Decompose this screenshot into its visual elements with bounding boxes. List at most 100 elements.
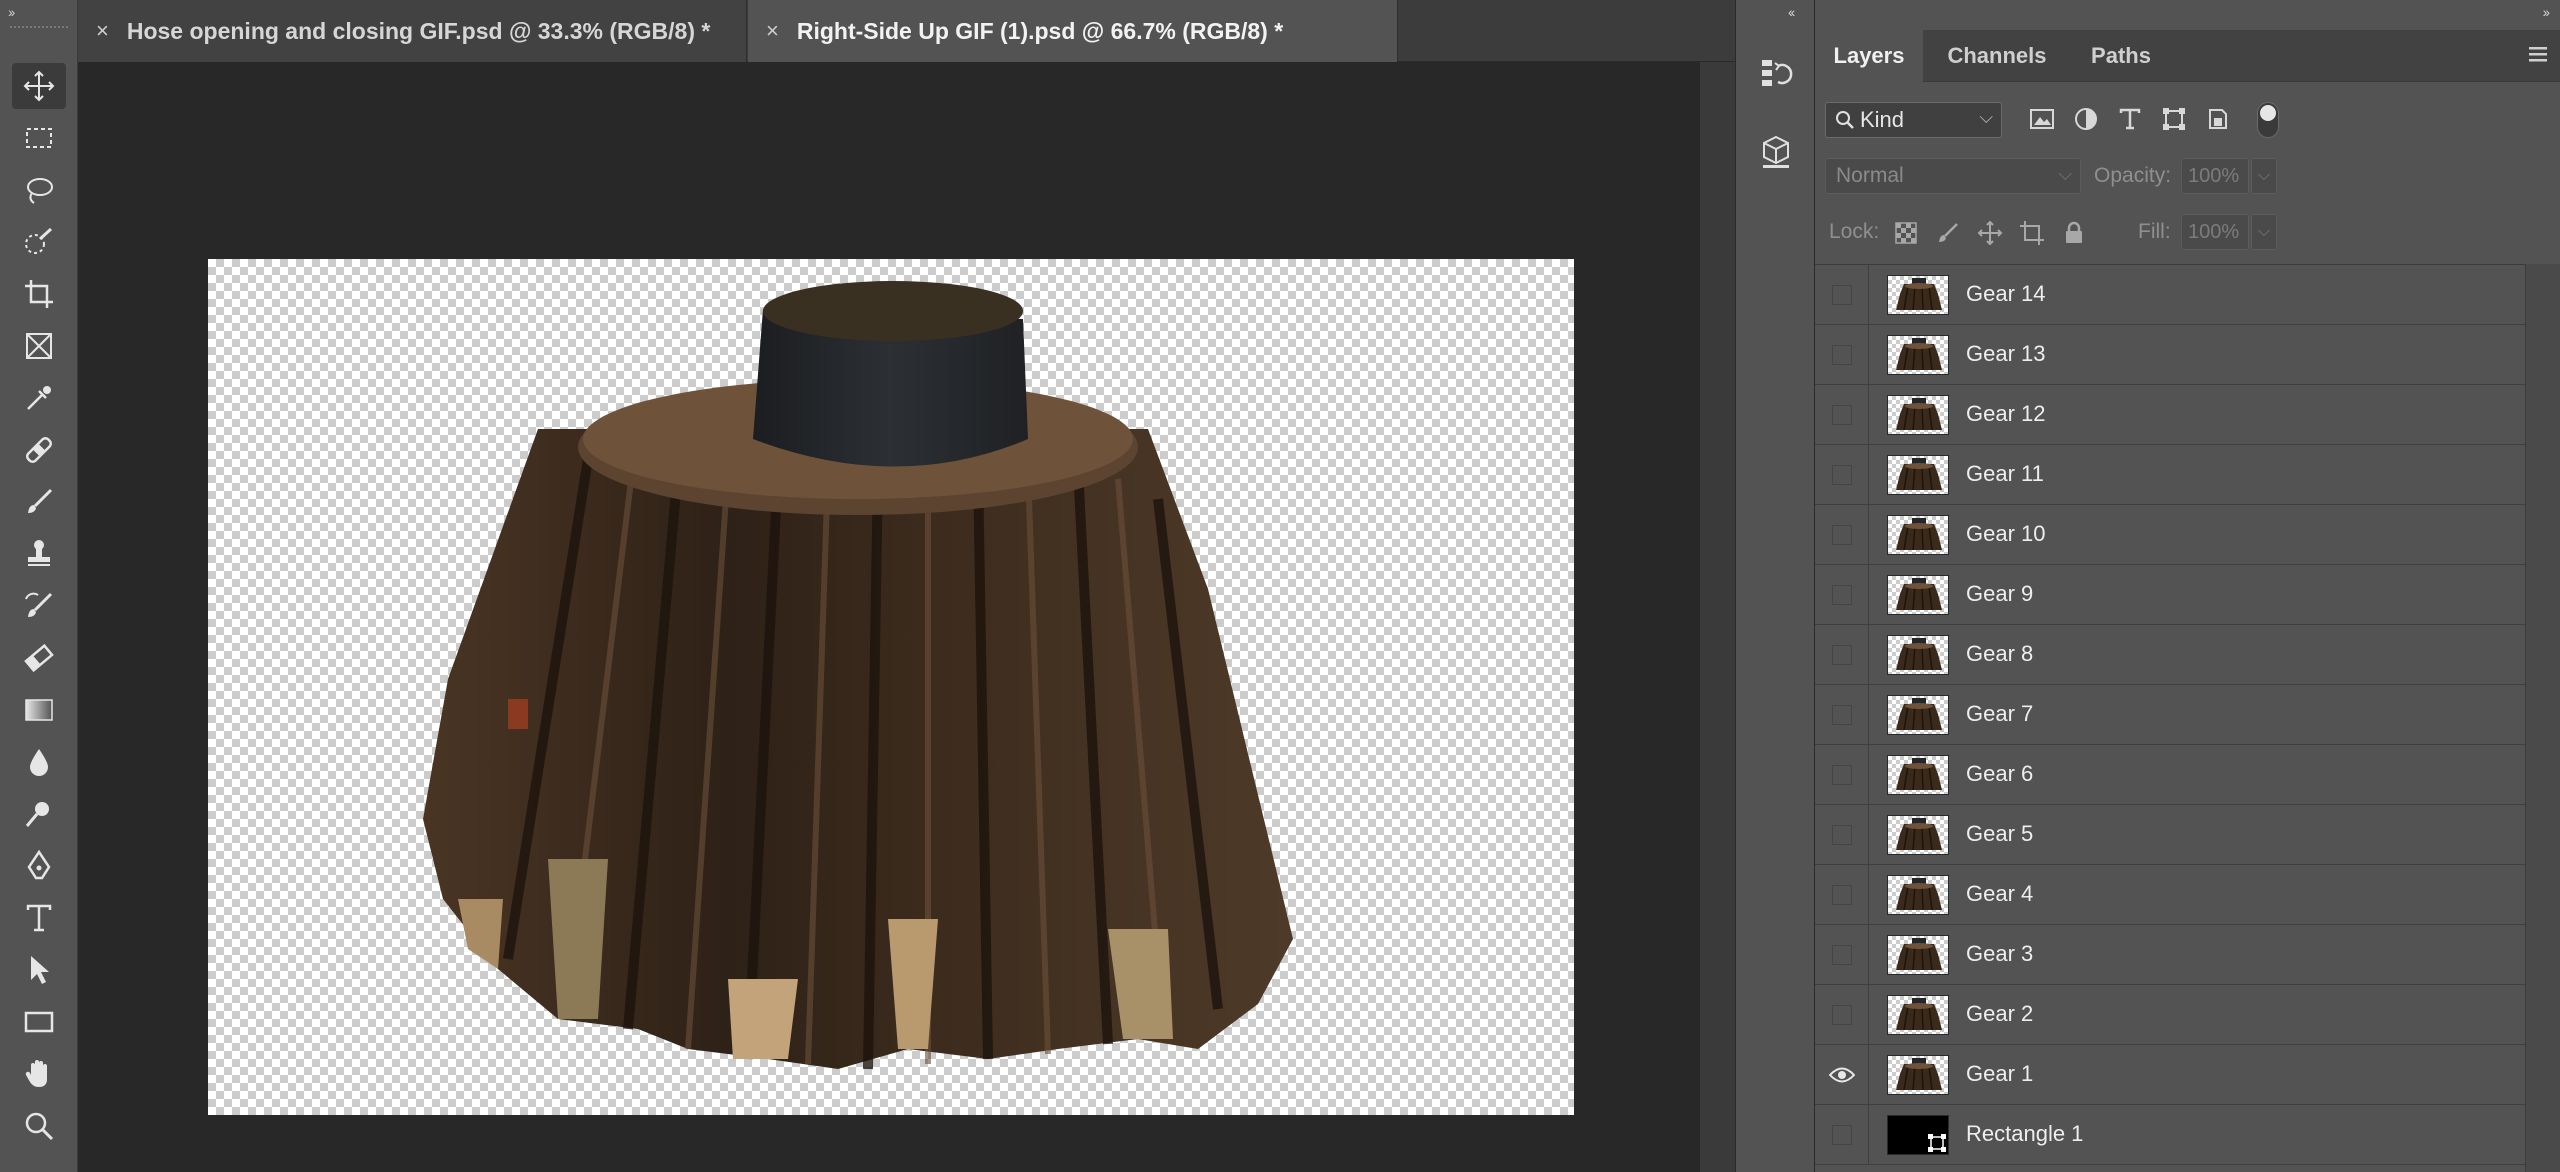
healing-brush-tool-button[interactable] — [12, 427, 66, 473]
eraser-tool-button[interactable] — [12, 635, 66, 681]
history-brush-tool-button[interactable] — [12, 583, 66, 629]
layer-visibility-toggle[interactable] — [1815, 565, 1869, 625]
dodge-tool-button[interactable] — [12, 791, 66, 837]
tab-paths[interactable]: Paths — [2071, 30, 2171, 82]
layer-row-gear-9[interactable]: Gear 9 — [1815, 565, 2525, 625]
gradient-tool-button[interactable] — [12, 687, 66, 733]
layer-row-gear-11[interactable]: Gear 11 — [1815, 445, 2525, 505]
blend-mode-select[interactable]: Normal ⌵ — [1825, 158, 2081, 194]
quick-select-tool-button[interactable] — [12, 219, 66, 265]
rect-marquee-tool-button[interactable] — [12, 115, 66, 161]
layer-name[interactable]: Gear 4 — [1966, 881, 2033, 907]
layer-visibility-toggle[interactable] — [1815, 865, 1869, 925]
layer-visibility-toggle[interactable] — [1815, 925, 1869, 985]
layer-visibility-toggle[interactable] — [1815, 505, 1869, 565]
opacity-dropdown[interactable]: ⌵ — [2251, 158, 2277, 194]
layer-row-gear-14[interactable]: Gear 14 — [1815, 265, 2525, 325]
zoom-tool-button[interactable] — [12, 1103, 66, 1149]
layer-row-gear-8[interactable]: Gear 8 — [1815, 625, 2525, 685]
layer-name[interactable]: Gear 11 — [1966, 461, 2044, 487]
layer-row-gear-3[interactable]: Gear 3 — [1815, 925, 2525, 985]
fill-dropdown[interactable]: ⌵ — [2251, 214, 2277, 250]
layer-row-gear-13[interactable]: Gear 13 — [1815, 325, 2525, 385]
filter-toggle-switch[interactable] — [2257, 102, 2279, 138]
layer-row-gear-12[interactable]: Gear 12 — [1815, 385, 2525, 445]
close-tab-icon[interactable]: × — [96, 18, 109, 44]
filter-pixel-layers-button[interactable] — [2027, 104, 2057, 134]
lock-all-button[interactable] — [2059, 218, 2089, 248]
history-panel-button[interactable] — [1754, 52, 1798, 96]
layer-visibility-toggle[interactable] — [1815, 985, 1869, 1045]
frame-tool-button[interactable] — [12, 323, 66, 369]
lock-artboard-button[interactable] — [2017, 218, 2047, 248]
layer-name[interactable]: Gear 10 — [1966, 521, 2046, 547]
blur-tool-button[interactable] — [12, 739, 66, 785]
filter-shape-layers-button[interactable] — [2159, 104, 2189, 134]
opacity-input[interactable]: 100% — [2181, 158, 2249, 194]
tab-layers[interactable]: Layers — [1815, 30, 1923, 82]
lock-image-pixels-button[interactable] — [1933, 218, 1963, 248]
layer-visibility-toggle[interactable] — [1815, 325, 1869, 385]
collapse-right-panels-button[interactable]: ›› — [2543, 4, 2550, 20]
close-tab-icon[interactable]: × — [766, 18, 779, 44]
fill-input[interactable]: 100% — [2181, 214, 2249, 250]
layer-name[interactable]: Gear 13 — [1966, 341, 2046, 367]
crop-tool-button[interactable] — [12, 271, 66, 317]
tab-channels[interactable]: Channels — [1925, 30, 2069, 82]
layer-name[interactable]: Gear 14 — [1966, 281, 2046, 307]
layer-name[interactable]: Gear 6 — [1966, 761, 2033, 787]
layer-visibility-toggle[interactable] — [1815, 265, 1869, 325]
layer-visibility-toggle[interactable] — [1815, 445, 1869, 505]
path-select-tool-button[interactable] — [12, 947, 66, 993]
layer-row-gear-1[interactable]: Gear 1 — [1815, 1045, 2525, 1105]
layer-row-gear-6[interactable]: Gear 6 — [1815, 745, 2525, 805]
lock-position-button[interactable] — [1975, 218, 2005, 248]
layer-name[interactable]: Rectangle 1 — [1966, 1121, 2083, 1147]
layer-visibility-toggle[interactable] — [1815, 745, 1869, 805]
panel-grip[interactable] — [10, 26, 68, 30]
expand-panels-button[interactable]: ‹‹ — [1788, 4, 1795, 20]
layer-name[interactable]: Gear 3 — [1966, 941, 2033, 967]
move-tool-button[interactable] — [12, 63, 66, 109]
layer-name[interactable]: Gear 5 — [1966, 821, 2033, 847]
lasso-tool-button[interactable] — [12, 167, 66, 213]
layer-row-rectangle-1[interactable]: Rectangle 1 — [1815, 1105, 2525, 1165]
filter-smart-objects-button[interactable] — [2203, 104, 2233, 134]
layer-row-gear-4[interactable]: Gear 4 — [1815, 865, 2525, 925]
filter-type-layers-button[interactable] — [2115, 104, 2145, 134]
layer-name[interactable]: Gear 9 — [1966, 581, 2033, 607]
layer-name[interactable]: Gear 1 — [1966, 1061, 2033, 1087]
layer-visibility-toggle[interactable] — [1815, 685, 1869, 745]
3d-panel-button[interactable] — [1754, 130, 1798, 174]
rectangle-tool-button[interactable] — [12, 999, 66, 1045]
layer-visibility-toggle[interactable] — [1815, 1105, 1869, 1165]
layer-row-gear-5[interactable]: Gear 5 — [1815, 805, 2525, 865]
eyedropper-tool-button[interactable] — [12, 375, 66, 421]
panel-menu-icon[interactable] — [2528, 44, 2548, 69]
workspace-scrollbar[interactable] — [1700, 62, 1735, 1172]
pen-tool-button[interactable] — [12, 843, 66, 889]
layer-visibility-toggle[interactable] — [1815, 805, 1869, 865]
type-tool-button[interactable] — [12, 895, 66, 941]
layer-name[interactable]: Gear 8 — [1966, 641, 2033, 667]
tab-hose-document[interactable]: × Hose opening and closing GIF.psd @ 33.… — [78, 0, 747, 62]
hand-tool-button[interactable] — [12, 1051, 66, 1097]
layer-name[interactable]: Gear 7 — [1966, 701, 2033, 727]
layer-row-gear-10[interactable]: Gear 10 — [1815, 505, 2525, 565]
layer-row-gear-7[interactable]: Gear 7 — [1815, 685, 2525, 745]
layer-visibility-toggle[interactable] — [1815, 625, 1869, 685]
brush-tool-button[interactable] — [12, 479, 66, 525]
layer-filter-kind-select[interactable]: Kind ⌵ — [1825, 102, 2002, 138]
lock-transparent-pixels-button[interactable] — [1891, 218, 1921, 248]
layer-name[interactable]: Gear 12 — [1966, 401, 2046, 427]
collapse-tools-button[interactable]: ›› — [8, 4, 15, 20]
layer-name[interactable]: Gear 2 — [1966, 1001, 2033, 1027]
layer-visibility-toggle[interactable] — [1815, 385, 1869, 445]
layer-list-scrollbar[interactable] — [2525, 264, 2560, 1172]
document-canvas[interactable] — [208, 259, 1574, 1115]
clone-stamp-tool-button[interactable] — [12, 531, 66, 577]
layer-row-gear-2[interactable]: Gear 2 — [1815, 985, 2525, 1045]
filter-adjustment-layers-button[interactable] — [2071, 104, 2101, 134]
tab-right-side-up-document[interactable]: × Right-Side Up GIF (1).psd @ 66.7% (RGB… — [748, 0, 1398, 62]
layer-visibility-toggle[interactable] — [1815, 1045, 1869, 1105]
